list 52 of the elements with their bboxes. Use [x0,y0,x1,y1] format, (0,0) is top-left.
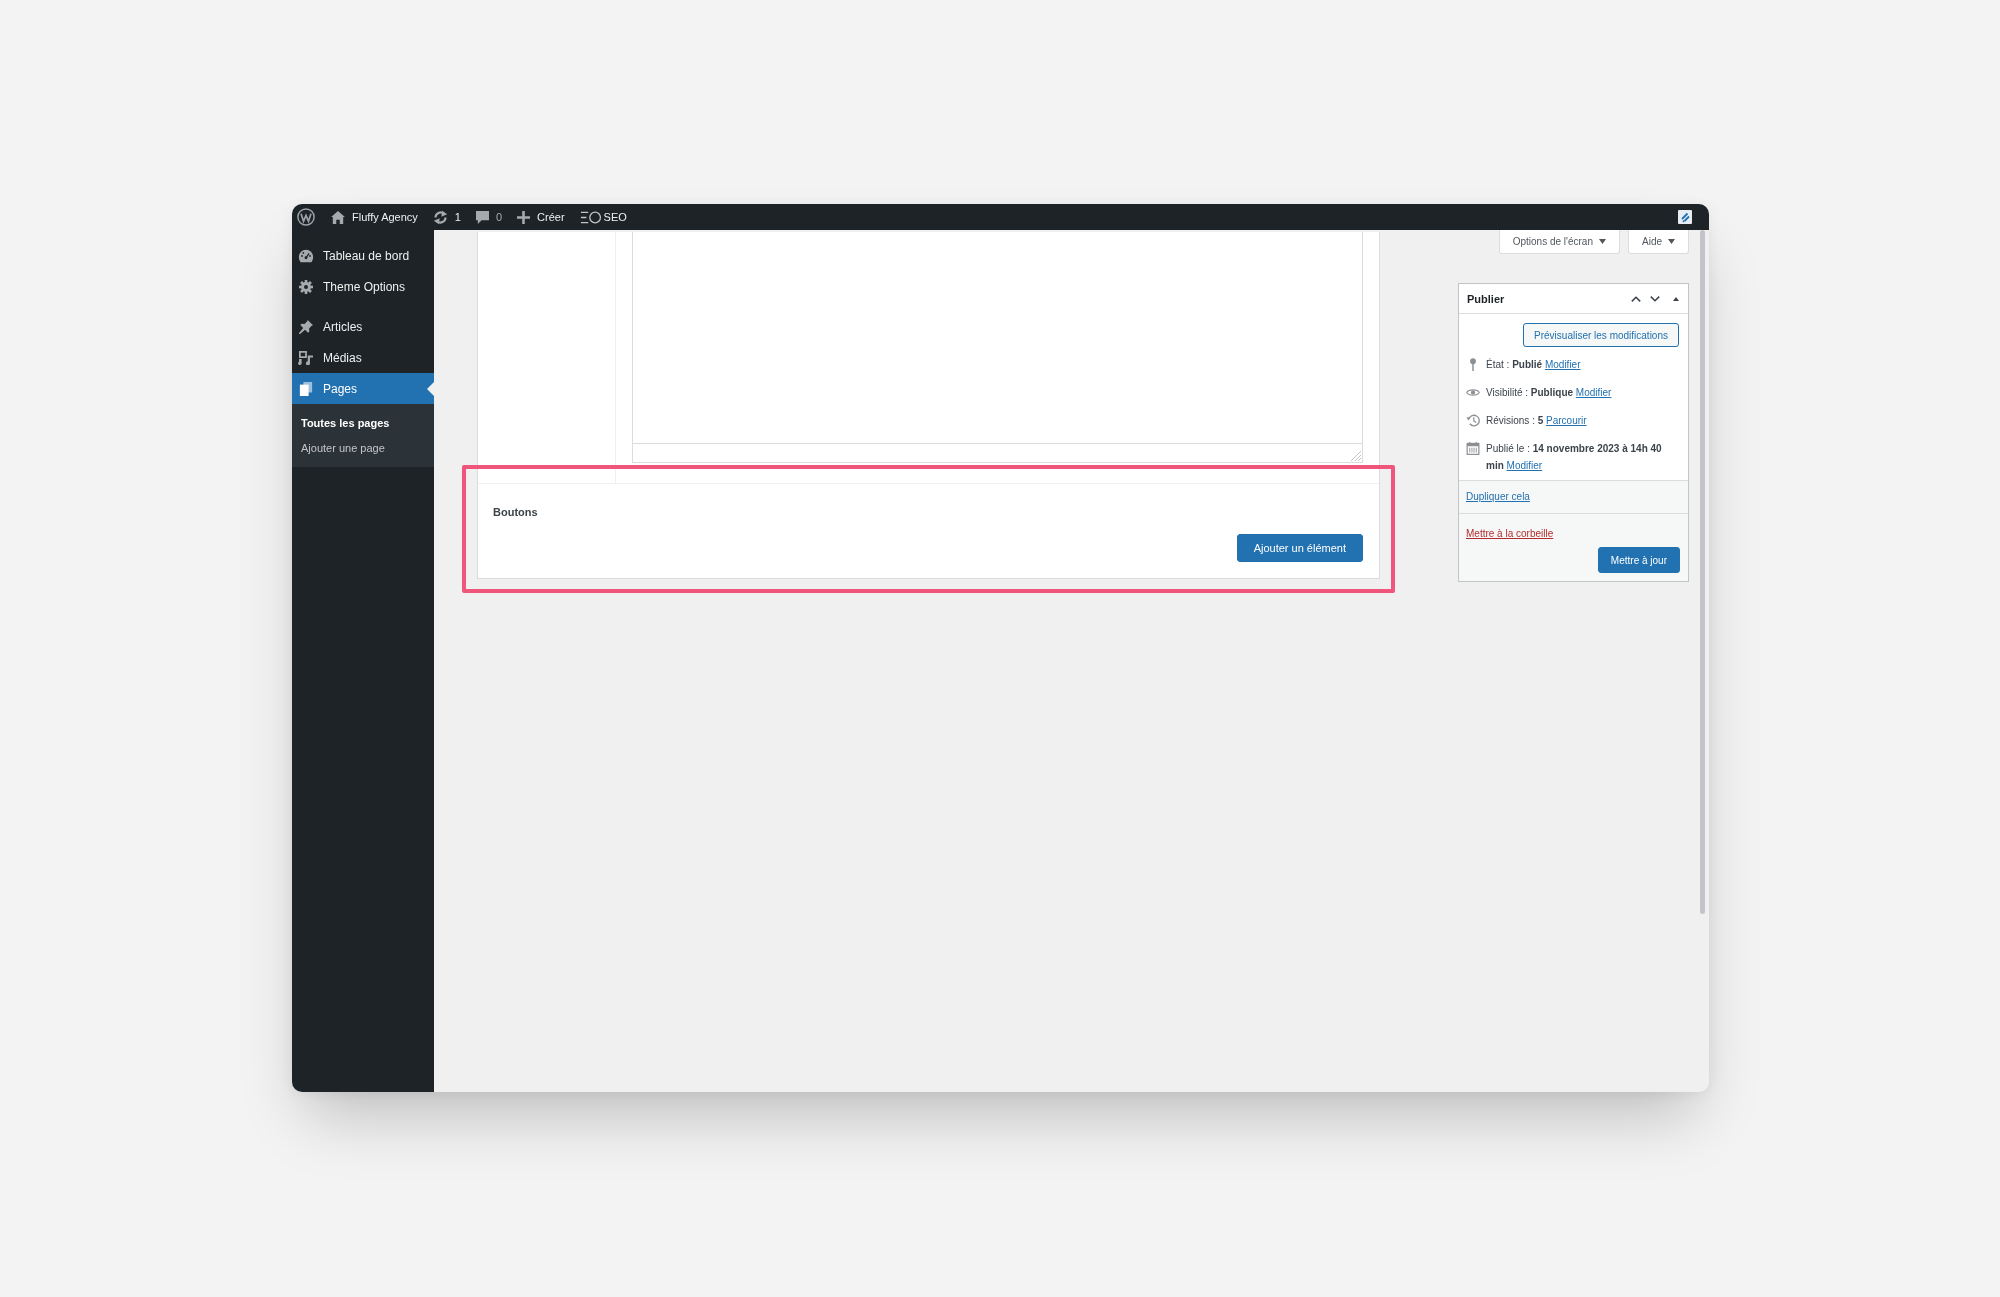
seo-menu-link[interactable]: SEO [579,204,627,230]
resize-grip-icon[interactable] [1351,451,1361,461]
triangle-up-icon[interactable] [1673,296,1679,301]
comments-link[interactable]: 0 [475,204,503,230]
gauge-icon [298,248,314,263]
sidebar-item[interactable]: Médias [292,342,434,373]
caret-icon [1668,239,1675,244]
publish-date-text: Publié le : 14 novembre 2023 à 14h 40 min Modifier [1486,442,1663,473]
tile-logo-icon[interactable] [1678,210,1692,224]
circle-logo-icon[interactable] [297,208,315,226]
dropdown-tab[interactable]: Aide [1628,230,1689,254]
chevron-up-icon[interactable] [1631,295,1641,302]
panel-title: Publier [1467,292,1505,305]
trash-link[interactable]: Mettre à la corbeille [1466,528,1554,539]
scrollbar[interactable] [1700,230,1705,914]
add-item-button[interactable]: Ajouter un élément [1236,534,1363,562]
inline-link[interactable]: Parcourir [1546,415,1587,426]
inline-link[interactable]: Modifier [1544,359,1581,370]
sidebar-item[interactable]: Articles [292,311,434,342]
inline-link[interactable]: Modifier [1506,460,1543,471]
pages-icon [298,381,314,396]
history-clock-icon [1466,414,1480,427]
update-button[interactable]: Mettre à jour [1597,547,1680,573]
lines-circle-icon [579,210,602,224]
refresh-icon [432,209,448,225]
text-editor-field[interactable] [632,232,1363,463]
plus-icon [517,210,531,224]
duplicate-link[interactable]: Dupliquer cela [1466,491,1530,502]
sidebar-item[interactable]: Tableau de bord [292,240,434,271]
revisions-text: Révisions : 5 Parcourir [1486,414,1587,428]
pushpin-icon [298,319,314,334]
inline-link[interactable]: Modifier [1575,387,1612,398]
eye-icon [1466,386,1480,399]
gear-icon [298,279,314,294]
new-content-link[interactable]: Créer [517,204,565,230]
chevron-down-icon[interactable] [1650,295,1660,302]
calendar-icon [1466,442,1480,455]
visibility-text: Visibilité : Publique Modifier [1486,386,1612,400]
speech-bubble-icon [475,210,489,224]
sidebar-item[interactable]: Pages [292,373,434,404]
caret-icon [1599,239,1606,244]
media-icon [298,350,314,365]
status-text: État : Publié Modifier [1486,357,1581,372]
site-name-link[interactable]: Fluffy Agency [331,204,418,230]
submenu-item[interactable]: Ajouter une page [292,435,434,460]
preview-button[interactable]: Prévisualiser les modifications [1523,323,1679,347]
submenu-item[interactable]: Toutes les pages [292,410,434,435]
field-label: Boutons [493,505,538,519]
dropdown-tab[interactable]: Options de l'écran [1498,230,1620,254]
updates-link[interactable]: 1 [432,204,461,230]
sidebar-item[interactable]: Theme Options [292,271,434,302]
home-icon [331,210,345,224]
